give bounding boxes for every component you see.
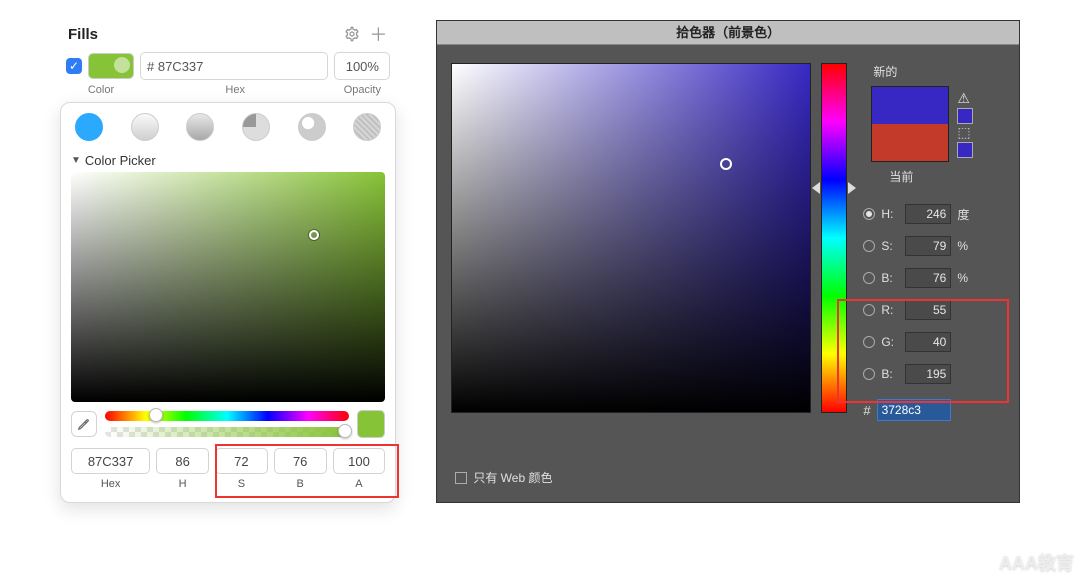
radio-g[interactable] bbox=[863, 336, 875, 348]
input-h[interactable] bbox=[905, 204, 951, 224]
row-s: S: % bbox=[863, 236, 1005, 256]
alpha-slider[interactable] bbox=[105, 427, 349, 437]
web-only-label: 只有 Web 颜色 bbox=[473, 469, 552, 486]
fill-type-row bbox=[71, 111, 385, 147]
fills-header: Fills ＋ bbox=[60, 20, 396, 48]
input-hex[interactable] bbox=[877, 399, 951, 421]
label-h: H: bbox=[881, 207, 899, 221]
label-opacity: Opacity bbox=[334, 84, 390, 96]
hue-slider[interactable] bbox=[105, 411, 349, 421]
row-b: B: % bbox=[863, 268, 1005, 288]
hue-pointer-left[interactable] bbox=[812, 182, 820, 194]
hex-value-label: Hex bbox=[71, 478, 150, 490]
color-field-cursor[interactable] bbox=[309, 230, 319, 240]
b-label: B bbox=[274, 478, 327, 490]
hue-pointer-right[interactable] bbox=[848, 182, 856, 194]
watermark: AAA教育 bbox=[999, 549, 1074, 575]
fill-hex-input[interactable]: # 87C337 bbox=[140, 52, 328, 80]
label-s: S: bbox=[881, 239, 899, 253]
fill-swatch[interactable] bbox=[88, 53, 134, 79]
ps-color-cursor[interactable] bbox=[720, 158, 732, 170]
row-hex: # bbox=[863, 399, 1005, 421]
hue-thumb[interactable] bbox=[149, 408, 163, 422]
fill-type-noise[interactable] bbox=[353, 113, 381, 141]
fills-title: Fills bbox=[68, 26, 336, 43]
current-color-swatch[interactable] bbox=[872, 124, 948, 161]
alpha-thumb[interactable] bbox=[338, 424, 352, 438]
eyedropper-button[interactable] bbox=[71, 411, 97, 437]
gear-icon[interactable] bbox=[342, 24, 362, 44]
hex-hash-label: # bbox=[863, 403, 870, 418]
mini-swatch-new[interactable] bbox=[957, 108, 973, 124]
s-label: S bbox=[215, 478, 268, 490]
hex-value-input[interactable] bbox=[71, 448, 150, 474]
row-b2: B: bbox=[863, 364, 1005, 384]
unit-h: 度 bbox=[957, 206, 973, 223]
value-row: Hex H S B A bbox=[71, 448, 385, 490]
label-b2: B: bbox=[881, 367, 899, 381]
ps-value-column: 新的 ⚠ ⬚ 当前 H: 度 bbox=[857, 63, 1005, 421]
fill-row: ✓ # 87C337 100% bbox=[60, 48, 396, 84]
fill-sublabels: Color Hex Opacity bbox=[60, 84, 396, 96]
label-hex: Hex bbox=[136, 84, 334, 96]
radio-b[interactable] bbox=[863, 272, 875, 284]
radio-b2[interactable] bbox=[863, 368, 875, 380]
picker-window-title: 拾色器（前景色） bbox=[437, 21, 1019, 45]
label-b: B: bbox=[881, 271, 899, 285]
unit-b: % bbox=[957, 271, 973, 285]
color-field[interactable] bbox=[71, 172, 385, 402]
input-r[interactable] bbox=[905, 300, 951, 320]
photoshop-picker-panel: 拾色器（前景色） 新的 ⚠ ⬚ bbox=[436, 20, 1020, 503]
label-r: R: bbox=[881, 303, 899, 317]
input-b[interactable] bbox=[905, 268, 951, 288]
new-color-label: 新的 bbox=[873, 63, 897, 80]
color-preview-chip bbox=[357, 410, 385, 438]
gamut-warning-icon[interactable]: ⚠ bbox=[957, 90, 973, 107]
radio-h[interactable] bbox=[863, 208, 875, 220]
unit-s: % bbox=[957, 239, 973, 253]
color-popover: ▼ Color Picker Hex H bbox=[60, 102, 396, 503]
fill-type-solid[interactable] bbox=[75, 113, 103, 141]
chevron-down-icon: ▼ bbox=[71, 155, 81, 166]
ps-color-field[interactable] bbox=[451, 63, 811, 413]
sketch-fills-panel: Fills ＋ ✓ # 87C337 100% Color Hex Opacit… bbox=[60, 20, 396, 503]
h-label: H bbox=[156, 478, 209, 490]
input-g[interactable] bbox=[905, 332, 951, 352]
a-label: A bbox=[333, 478, 386, 490]
color-picker-title[interactable]: ▼ Color Picker bbox=[71, 153, 385, 168]
fill-opacity-input[interactable]: 100% bbox=[334, 52, 390, 80]
row-g: G: bbox=[863, 332, 1005, 352]
h-value-input[interactable] bbox=[156, 448, 209, 474]
ps-hue-bar[interactable] bbox=[821, 63, 847, 413]
new-color-swatch[interactable] bbox=[872, 87, 948, 124]
a-value-input[interactable] bbox=[333, 448, 386, 474]
fill-type-linear[interactable] bbox=[131, 113, 159, 141]
color-picker-label: Color Picker bbox=[85, 153, 156, 168]
label-g: G: bbox=[881, 335, 899, 349]
web-only-checkbox-row[interactable]: 只有 Web 颜色 bbox=[455, 469, 552, 486]
current-color-label: 当前 bbox=[863, 168, 1005, 185]
new-current-box: ⚠ ⬚ bbox=[871, 86, 1005, 162]
input-b2[interactable] bbox=[905, 364, 951, 384]
radio-s[interactable] bbox=[863, 240, 875, 252]
add-fill-button[interactable]: ＋ bbox=[368, 24, 388, 44]
row-h: H: 度 bbox=[863, 204, 1005, 224]
web-only-checkbox[interactable] bbox=[455, 472, 467, 484]
mini-swatch-current[interactable] bbox=[957, 142, 973, 158]
fill-type-radial[interactable] bbox=[186, 113, 214, 141]
slider-row bbox=[71, 410, 385, 438]
fill-type-image[interactable] bbox=[298, 113, 326, 141]
fill-enabled-checkbox[interactable]: ✓ bbox=[66, 58, 82, 74]
b-value-input[interactable] bbox=[274, 448, 327, 474]
fill-type-angular[interactable] bbox=[242, 113, 270, 141]
cube-icon[interactable]: ⬚ bbox=[957, 124, 973, 141]
row-r: R: bbox=[863, 300, 1005, 320]
s-value-input[interactable] bbox=[215, 448, 268, 474]
input-s[interactable] bbox=[905, 236, 951, 256]
radio-r[interactable] bbox=[863, 304, 875, 316]
